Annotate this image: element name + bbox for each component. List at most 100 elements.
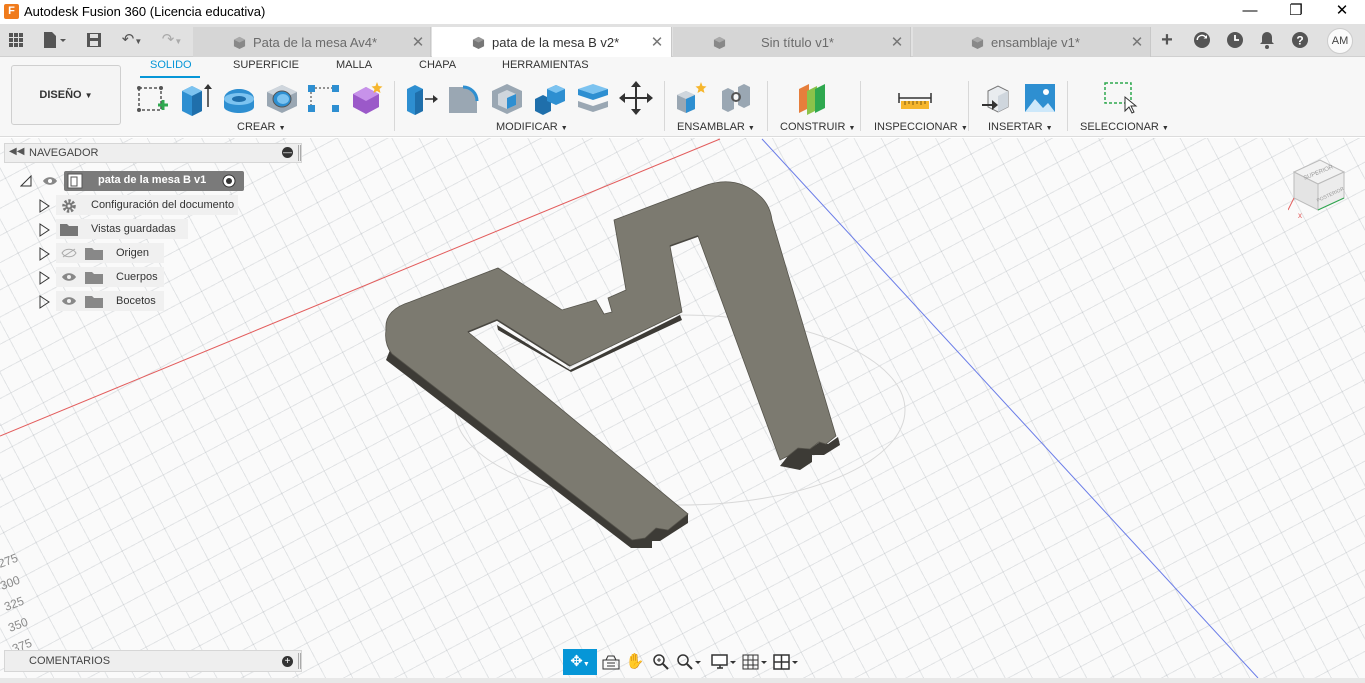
- notifications-bell-icon[interactable]: [1256, 29, 1278, 51]
- insert-derive-icon[interactable]: [980, 79, 1016, 117]
- extrude-icon[interactable]: [178, 79, 214, 117]
- browser-item-configuracion[interactable]: Configuración del documento: [36, 195, 241, 217]
- create-form-icon[interactable]: [349, 79, 385, 117]
- group-inspeccionar[interactable]: INSPECCIONAR ▼: [874, 121, 968, 133]
- close-tab-icon[interactable]: ✕: [890, 33, 904, 51]
- user-avatar[interactable]: AM: [1327, 28, 1353, 54]
- panel-resize-handle[interactable]: [298, 653, 301, 669]
- tab-herramientas[interactable]: HERRAMIENTAS: [502, 59, 589, 71]
- expand-triangle-icon[interactable]: [38, 295, 50, 309]
- new-tab-plus-icon[interactable]: +: [1156, 29, 1178, 51]
- tab-pata-mesa-a[interactable]: Pata de la mesa Av4* ✕: [193, 27, 431, 57]
- browser-item-origen[interactable]: Origen: [36, 243, 166, 265]
- revolve-icon[interactable]: [221, 79, 257, 117]
- activate-radio-icon[interactable]: [222, 174, 236, 188]
- tab-pata-mesa-b[interactable]: pata de la mesa B v2* ✕: [432, 27, 672, 58]
- separator: [860, 81, 861, 131]
- tab-ensamblaje[interactable]: ensamblaje v1* ✕: [913, 27, 1151, 57]
- browser-item-vistas[interactable]: Vistas guardadas: [36, 219, 196, 241]
- sync-icon[interactable]: [1191, 29, 1213, 51]
- group-crear[interactable]: CREAR ▼: [237, 121, 286, 133]
- hidden-eye-icon[interactable]: [61, 248, 77, 258]
- group-insertar[interactable]: INSERTAR ▼: [988, 121, 1053, 133]
- tab-label: Pata de la mesa Av4*: [253, 35, 378, 50]
- pattern-icon[interactable]: [306, 79, 342, 117]
- navigator-header[interactable]: ◀◀ NAVEGADOR —: [4, 143, 302, 163]
- data-panel-grid-icon[interactable]: [6, 29, 26, 51]
- offset-plane-icon[interactable]: [795, 79, 831, 117]
- undo-button[interactable]: ↶▼: [116, 29, 148, 51]
- select-box-icon[interactable]: [1102, 79, 1138, 117]
- expand-triangle-icon[interactable]: [38, 247, 50, 261]
- tab-superficie[interactable]: SUPERFICIE: [233, 59, 299, 71]
- create-sketch-icon[interactable]: [134, 79, 170, 117]
- combine-icon[interactable]: [532, 79, 568, 117]
- move-copy-icon[interactable]: [618, 79, 654, 117]
- close-tab-icon[interactable]: ✕: [1130, 33, 1144, 51]
- zoom-icon[interactable]: [647, 649, 675, 675]
- view-cube[interactable]: SUPERIOR POSTERIOR x: [1288, 152, 1350, 228]
- visibility-eye-icon[interactable]: [42, 176, 58, 186]
- expand-triangle-icon[interactable]: [38, 199, 50, 213]
- close-tab-icon[interactable]: ✕: [411, 33, 425, 51]
- item-label: Cuerpos: [116, 271, 158, 283]
- group-modificar[interactable]: MODIFICAR ▼: [496, 121, 568, 133]
- separator: [767, 81, 768, 131]
- save-icon[interactable]: [84, 29, 104, 51]
- file-menu-button[interactable]: [38, 29, 70, 51]
- close-tab-icon[interactable]: ✕: [650, 33, 664, 51]
- group-construir[interactable]: CONSTRUIR ▼: [780, 121, 855, 133]
- fit-zoom-window-icon[interactable]: [673, 649, 705, 675]
- job-status-clock-icon[interactable]: [1224, 29, 1246, 51]
- tab-chapa[interactable]: CHAPA: [419, 59, 456, 71]
- title-bar: F Autodesk Fusion 360 (Licencia educativ…: [0, 0, 1365, 24]
- joint-icon[interactable]: [718, 79, 754, 117]
- new-component-icon[interactable]: [674, 79, 710, 117]
- maximize-button[interactable]: ❐: [1273, 0, 1319, 24]
- tab-solido[interactable]: SOLIDO: [150, 59, 192, 71]
- navigation-toolbar: ✥▼ ✋: [563, 649, 803, 675]
- window-title: Autodesk Fusion 360 (Licencia educativa): [24, 4, 266, 19]
- collapse-triangle-icon[interactable]: [20, 175, 32, 187]
- browser-item-bocetos[interactable]: Bocetos: [36, 291, 166, 313]
- gear-icon: [62, 199, 76, 213]
- fusion-app-icon: F: [4, 4, 19, 19]
- expand-triangle-icon[interactable]: [38, 223, 50, 237]
- workspace-switcher[interactable]: DISEÑO ▼: [11, 65, 121, 125]
- group-ensamblar[interactable]: ENSAMBLAR ▼: [677, 121, 755, 133]
- visibility-eye-icon[interactable]: [61, 272, 77, 282]
- split-body-icon[interactable]: [575, 79, 611, 117]
- viewports-icon[interactable]: [771, 649, 801, 675]
- shell-icon[interactable]: [489, 79, 525, 117]
- group-seleccionar[interactable]: SELECCIONAR ▼: [1080, 121, 1169, 133]
- component-cube-icon: [713, 36, 726, 49]
- display-settings-icon[interactable]: [709, 649, 739, 675]
- visibility-eye-icon[interactable]: [61, 296, 77, 306]
- collapse-panel-icon[interactable]: ◀◀: [9, 146, 24, 157]
- help-icon[interactable]: ?: [1289, 29, 1311, 51]
- root-component-chip[interactable]: pata de la mesa B v1: [64, 171, 244, 191]
- add-comment-icon[interactable]: +: [282, 656, 293, 667]
- folder-icon: [85, 272, 103, 284]
- tab-sin-titulo[interactable]: Sin título v1* ✕: [673, 27, 911, 57]
- measure-icon[interactable]: [897, 79, 933, 117]
- 3d-viewport[interactable]: 275 300 325 350 375 SUPERIOR POSTERIOR x: [0, 138, 1365, 678]
- folder-icon: [60, 224, 78, 236]
- browser-item-cuerpos[interactable]: Cuerpos: [36, 267, 166, 289]
- hole-icon[interactable]: [264, 79, 300, 117]
- orbit-move-icon[interactable]: ✥▼: [563, 649, 597, 675]
- pan-hand-icon[interactable]: ✋: [621, 649, 649, 675]
- fillet-icon[interactable]: [446, 79, 482, 117]
- browser-root-row[interactable]: pata de la mesa B v1: [18, 171, 246, 191]
- tab-malla[interactable]: MALLA: [336, 59, 372, 71]
- close-window-button[interactable]: ✕: [1319, 0, 1365, 24]
- press-pull-icon[interactable]: [403, 79, 439, 117]
- insert-canvas-icon[interactable]: [1022, 79, 1058, 117]
- comments-panel[interactable]: COMENTARIOS +: [4, 650, 302, 672]
- expand-triangle-icon[interactable]: [38, 271, 50, 285]
- redo-button[interactable]: ↷▼: [156, 29, 188, 51]
- minimize-panel-icon[interactable]: —: [282, 147, 293, 158]
- minimize-button[interactable]: —: [1227, 0, 1273, 24]
- grid-snaps-icon[interactable]: [740, 649, 770, 675]
- panel-resize-handle[interactable]: [298, 145, 301, 161]
